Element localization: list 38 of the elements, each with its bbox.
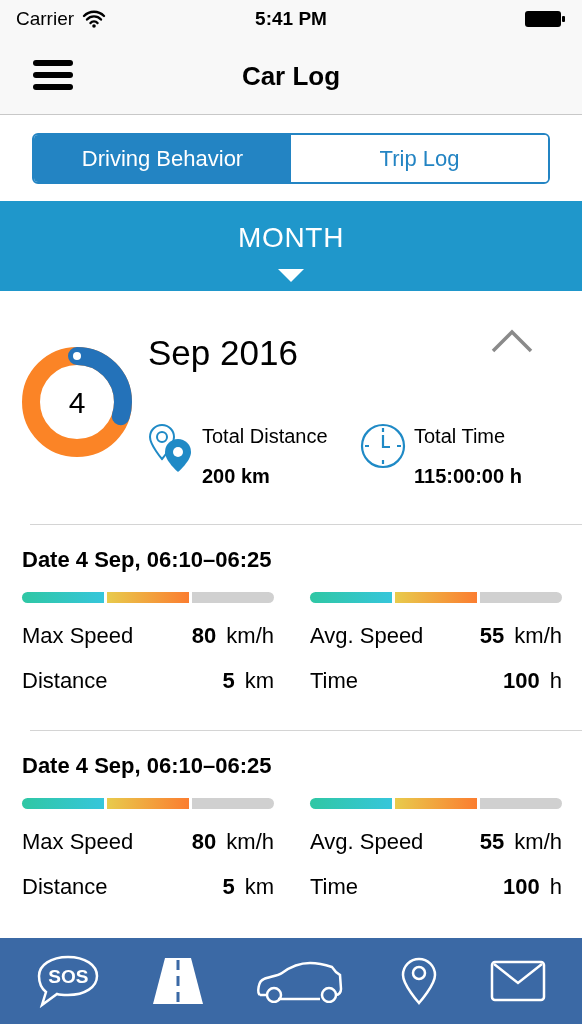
sos-button[interactable]: SOS: [36, 954, 101, 1008]
stat-label: Total Time: [414, 424, 507, 449]
metric-value: 55: [479, 622, 505, 650]
metric-label: Max Speed: [22, 622, 135, 650]
trip-title: Date 4 Sep, 06:10–06:25: [22, 752, 273, 780]
status-time: 5:41 PM: [255, 6, 327, 31]
month-title: Sep 2016: [148, 332, 298, 374]
stat-value: 200 km: [202, 464, 271, 489]
metric-label: Time: [310, 667, 360, 695]
metric-label: Avg. Speed: [310, 622, 425, 650]
trip-title: Date 4 Sep, 06:10–06:25: [22, 546, 273, 574]
metric-unit: km: [244, 873, 274, 901]
metric-value: 55: [479, 828, 505, 856]
metric-value: 5: [222, 667, 235, 695]
metric-unit: km/h: [226, 828, 274, 856]
segment-tab[interactable]: Driving Behavior: [34, 135, 291, 182]
stat-label: Total Distance: [202, 424, 328, 449]
score-value: 4: [68, 384, 86, 421]
period-label[interactable]: MONTH: [237, 217, 345, 259]
metric-unit: km: [244, 667, 274, 695]
metric-label: Avg. Speed: [310, 828, 425, 856]
metric-value: 100: [503, 873, 540, 901]
stat-value: 115:00:00 h: [414, 464, 522, 489]
screen-title: Car Log: [241, 59, 341, 93]
metric-value: 80: [191, 828, 217, 856]
carrier-label: Carrier: [16, 6, 75, 31]
metric-unit: h: [549, 667, 562, 695]
metric-unit: h: [549, 873, 562, 901]
metric-value: 5: [222, 873, 235, 901]
metric-value: 100: [503, 667, 540, 695]
metric-value: 80: [191, 622, 217, 650]
metric-unit: km/h: [226, 622, 274, 650]
metric-label: Max Speed: [22, 828, 135, 856]
metric-label: Distance: [22, 873, 109, 901]
metric-unit: km/h: [514, 828, 562, 856]
metric-label: Distance: [22, 667, 109, 695]
metric-label: Time: [310, 873, 360, 901]
metric-unit: km/h: [514, 622, 562, 650]
